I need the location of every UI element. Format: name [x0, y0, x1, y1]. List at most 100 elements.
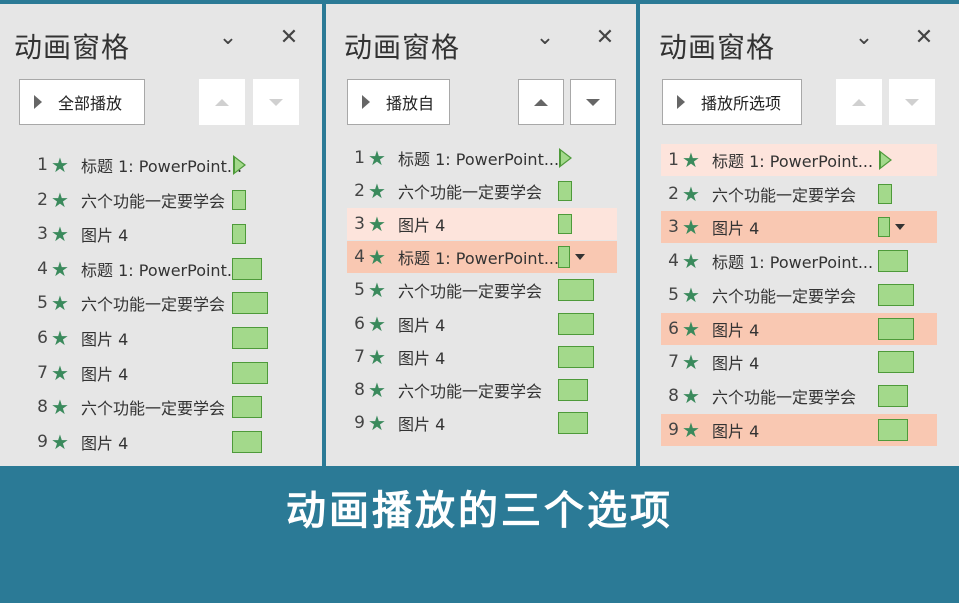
timing-bar[interactable]	[878, 183, 892, 204]
move-up-button[interactable]	[518, 79, 564, 125]
timing-bar[interactable]	[232, 430, 262, 453]
animation-item[interactable]: 9 ★ 图片 4	[30, 426, 302, 458]
animation-item[interactable]: 3 ★ 图片 4	[30, 218, 302, 250]
animation-item[interactable]: 3 ★ 图片 4	[347, 208, 617, 241]
close-icon[interactable]: ✕	[277, 26, 301, 50]
timing-bar[interactable]	[558, 181, 572, 202]
item-number: 4	[668, 251, 679, 272]
animation-item[interactable]: 4 ★ 标题 1: PowerPoint...	[661, 245, 937, 277]
item-number: 4	[354, 247, 365, 268]
animation-item[interactable]: 8 ★ 六个功能一定要学会	[347, 374, 617, 406]
star-icon: ★	[368, 146, 386, 170]
item-number: 5	[37, 293, 48, 314]
timing-bar[interactable]	[558, 279, 594, 302]
timing-bar[interactable]	[232, 257, 262, 280]
move-down-button[interactable]	[570, 79, 616, 125]
animation-item[interactable]: 2 ★ 六个功能一定要学会	[30, 184, 302, 216]
play-all-button[interactable]: 全部播放	[19, 79, 145, 125]
animation-item[interactable]: 5 ★ 六个功能一定要学会	[347, 274, 617, 306]
timing-bar[interactable]	[232, 224, 246, 245]
timing-bar[interactable]	[558, 345, 594, 368]
animation-item[interactable]: 6 ★ 图片 4	[30, 322, 302, 354]
animation-item[interactable]: 2 ★ 六个功能一定要学会	[347, 175, 617, 207]
timing-bar[interactable]	[558, 312, 594, 335]
star-icon: ★	[682, 383, 700, 408]
animation-item[interactable]: 5 ★ 六个功能一定要学会	[30, 287, 302, 319]
move-down-button[interactable]	[253, 79, 299, 125]
item-number: 2	[37, 189, 48, 210]
play-button-label: 播放自	[386, 94, 435, 113]
item-label: 图片 4	[81, 433, 129, 453]
item-dropdown-icon[interactable]	[895, 224, 905, 231]
animation-item[interactable]: 7 ★ 图片 4	[661, 346, 937, 378]
animation-item[interactable]: 1 ★ 标题 1: PowerPoint...	[30, 149, 302, 181]
timing-bar[interactable]	[232, 189, 246, 210]
item-label: 六个功能一定要学会	[81, 399, 226, 419]
item-label: 图片 4	[712, 421, 760, 441]
item-number: 8	[354, 379, 365, 400]
animation-item[interactable]: 4 ★ 标题 1: PowerPoint...	[30, 253, 302, 285]
move-up-button[interactable]	[836, 79, 882, 125]
animation-item[interactable]: 9 ★ 图片 4	[661, 413, 937, 446]
item-dropdown-icon[interactable]	[575, 254, 585, 261]
timing-bar[interactable]	[878, 418, 908, 441]
timing-start-marker[interactable]	[879, 150, 892, 170]
timing-bar[interactable]	[558, 246, 570, 269]
timing-bar[interactable]	[232, 396, 262, 419]
timing-bar[interactable]	[558, 411, 588, 434]
animation-item[interactable]: 8 ★ 六个功能一定要学会	[30, 391, 302, 423]
item-number: 6	[37, 328, 48, 348]
animation-item[interactable]: 7 ★ 图片 4	[347, 341, 617, 373]
item-number: 4	[37, 258, 48, 279]
timing-bar[interactable]	[878, 250, 908, 273]
timing-bar[interactable]	[878, 384, 908, 407]
play-button-label: 播放所选项	[701, 94, 782, 113]
animation-item[interactable]: 6 ★ 图片 4	[661, 312, 937, 345]
close-icon[interactable]: ✕	[593, 26, 617, 50]
animation-pane-play-from: 动画窗格 ⌄ ✕ 播放自 1 ★ 标题 1: PowerPoint... 2 ★ 六个功能…	[326, 4, 636, 466]
timing-bar[interactable]	[878, 351, 914, 374]
item-label: 图片 4	[398, 348, 446, 368]
animation-item[interactable]: 3 ★ 图片 4	[661, 211, 937, 244]
animation-item[interactable]: 8 ★ 六个功能一定要学会	[661, 380, 937, 412]
item-number: 7	[37, 362, 48, 383]
timing-start-marker[interactable]	[559, 148, 572, 168]
item-label: 标题 1: PowerPoint...	[398, 150, 560, 169]
arrow-up-icon	[215, 98, 229, 106]
animation-item[interactable]: 4 ★ 标题 1: PowerPoint...	[347, 241, 617, 274]
item-label: 图片 4	[398, 315, 446, 335]
animation-item[interactable]: 1 ★ 标题 1: PowerPoint...	[347, 142, 617, 174]
animation-pane-play-selected: 动画窗格 ⌄ ✕ 播放所选项 1 ★ 标题 1: PowerPoint... 2 ★ 六个…	[640, 4, 959, 466]
chevron-down-icon[interactable]: ⌄	[533, 26, 557, 50]
item-label: 图片 4	[81, 330, 129, 349]
timing-bar[interactable]	[232, 327, 268, 349]
timing-bar[interactable]	[558, 378, 588, 401]
chevron-down-icon[interactable]: ⌄	[852, 26, 876, 50]
animation-item[interactable]: 6 ★ 图片 4	[347, 308, 617, 340]
star-icon: ★	[682, 249, 700, 274]
animation-item[interactable]: 9 ★ 图片 4	[347, 407, 617, 439]
timing-bar[interactable]	[232, 361, 268, 384]
item-number: 7	[668, 352, 679, 373]
item-label: 标题 1: PowerPoint...	[81, 260, 243, 280]
timing-start-marker[interactable]	[233, 155, 246, 175]
timing-bar[interactable]	[558, 214, 572, 235]
animation-item[interactable]: 2 ★ 六个功能一定要学会	[661, 178, 937, 210]
play-from-button[interactable]: 播放自	[347, 79, 450, 125]
move-down-button[interactable]	[889, 79, 935, 125]
animation-item[interactable]: 7 ★ 图片 4	[30, 357, 302, 389]
close-icon[interactable]: ✕	[912, 26, 936, 50]
item-number: 3	[354, 214, 365, 235]
timing-bar[interactable]	[878, 317, 914, 340]
animation-item[interactable]: 1 ★ 标题 1: PowerPoint...	[661, 144, 937, 176]
chevron-down-icon[interactable]: ⌄	[216, 26, 240, 50]
star-icon: ★	[682, 350, 700, 375]
play-selected-button[interactable]: 播放所选项	[662, 79, 802, 125]
timing-bar[interactable]	[878, 217, 890, 238]
star-icon: ★	[682, 181, 700, 206]
move-up-button[interactable]	[199, 79, 245, 125]
timing-bar[interactable]	[878, 283, 914, 306]
timing-bar[interactable]	[232, 292, 268, 315]
star-icon: ★	[368, 410, 386, 435]
animation-item[interactable]: 5 ★ 六个功能一定要学会	[661, 279, 937, 311]
